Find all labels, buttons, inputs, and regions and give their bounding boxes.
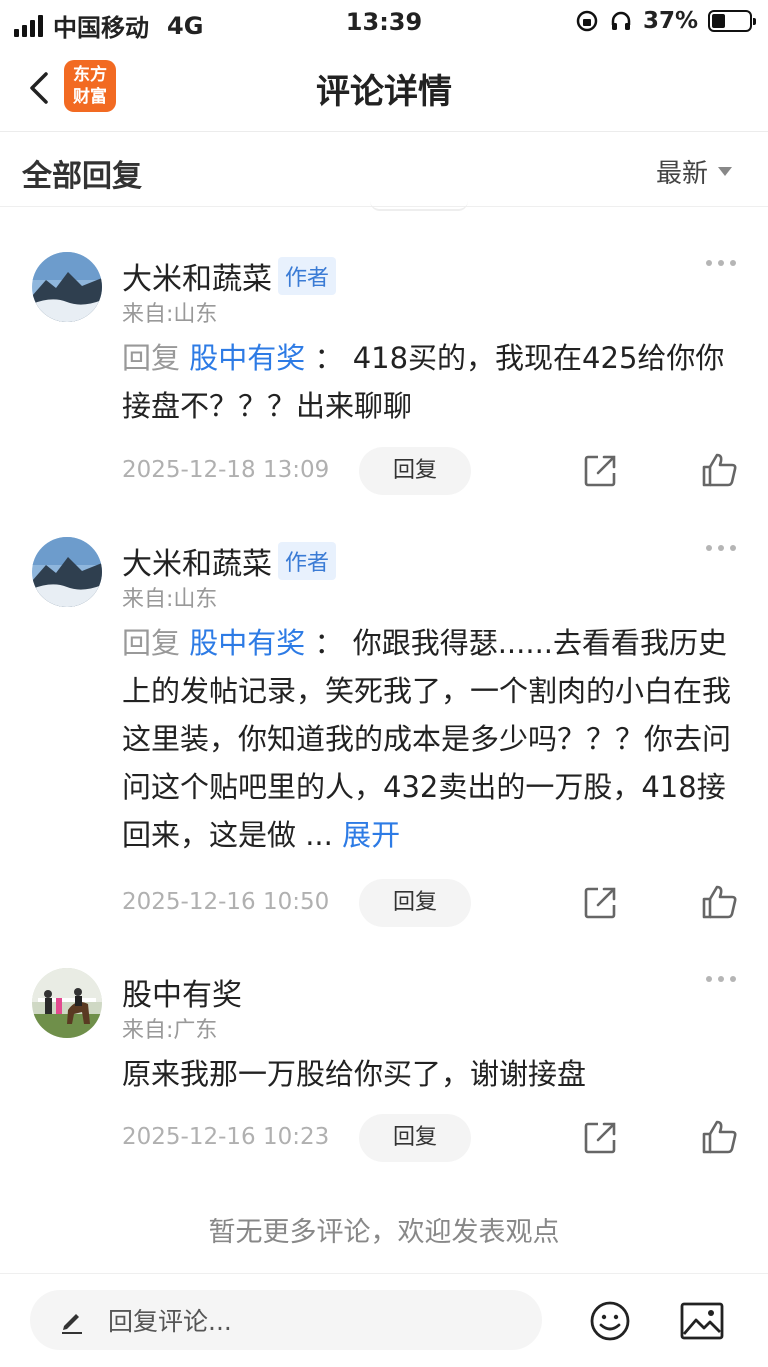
expand-link[interactable]: 展开 bbox=[342, 818, 400, 852]
headphones-icon bbox=[611, 11, 631, 30]
reply-target-link[interactable]: 股中有奖 bbox=[189, 341, 305, 375]
location-label: 来自:山东 bbox=[122, 302, 218, 327]
page-title: 评论详情 bbox=[316, 72, 452, 112]
author-badge: 作者 bbox=[278, 257, 337, 295]
sort-label: 最新 bbox=[655, 159, 708, 189]
avatar[interactable] bbox=[32, 968, 102, 1038]
status-bar: 中国移动 4G 13:39 37% bbox=[0, 0, 768, 44]
image-icon[interactable] bbox=[680, 1302, 724, 1340]
sort-dropdown[interactable]: 最新 bbox=[656, 153, 732, 190]
pull-indicator bbox=[370, 201, 468, 211]
comment-text: 原来我那一万股给你买了，谢谢接盘 bbox=[122, 1057, 587, 1091]
battery-icon bbox=[708, 10, 756, 32]
more-icon[interactable] bbox=[706, 545, 736, 551]
location-label: 来自:广东 bbox=[122, 1018, 218, 1043]
pencil-icon bbox=[62, 1314, 82, 1334]
nav-bar: 东方 财富 评论详情 bbox=[0, 44, 768, 132]
all-replies-title: 全部回复 bbox=[22, 159, 142, 194]
username[interactable]: 大米和蔬菜 作者 bbox=[122, 254, 337, 298]
caret-down-icon bbox=[718, 167, 732, 176]
avatar[interactable] bbox=[32, 537, 102, 607]
battery-percent: 37% bbox=[642, 8, 698, 34]
like-icon[interactable] bbox=[700, 883, 738, 921]
comment-date: 2025-12-16 10:23 bbox=[122, 1124, 330, 1150]
like-icon[interactable] bbox=[700, 1118, 738, 1156]
reply-button[interactable]: 回复 bbox=[359, 1114, 471, 1162]
share-icon[interactable] bbox=[582, 1120, 618, 1156]
emoji-icon[interactable] bbox=[589, 1300, 631, 1342]
like-icon[interactable] bbox=[700, 451, 738, 489]
rotation-lock-icon bbox=[576, 10, 598, 32]
reply-input[interactable]: 回复评论... bbox=[30, 1290, 542, 1350]
more-icon[interactable] bbox=[706, 260, 736, 266]
reply-target-link[interactable]: 股中有奖 bbox=[189, 626, 305, 660]
bottom-bar: 回复评论... bbox=[0, 1273, 768, 1367]
no-more-comments-text: 暂无更多评论，欢迎发表观点 bbox=[208, 1217, 560, 1248]
avatar[interactable] bbox=[32, 252, 102, 322]
comment-date: 2025-12-18 13:09 bbox=[122, 457, 330, 483]
username[interactable]: 股中有奖 bbox=[122, 970, 242, 1014]
more-icon[interactable] bbox=[706, 976, 736, 982]
username[interactable]: 大米和蔬菜 作者 bbox=[122, 539, 337, 583]
reply-button[interactable]: 回复 bbox=[359, 879, 471, 927]
comment-text: 回复 股中有奖 ： 418买的，我现在425给你你接盘不？？？出来聊聊 bbox=[122, 341, 725, 423]
filter-bar: 全部回复 最新 bbox=[0, 133, 768, 207]
author-badge: 作者 bbox=[278, 542, 337, 580]
share-icon[interactable] bbox=[582, 453, 618, 489]
reply-button[interactable]: 回复 bbox=[359, 447, 471, 495]
share-icon[interactable] bbox=[582, 885, 618, 921]
location-label: 来自:山东 bbox=[122, 587, 218, 612]
comment-date: 2025-12-16 10:50 bbox=[122, 889, 330, 915]
reply-input-placeholder: 回复评论... bbox=[108, 1307, 232, 1336]
comment-text: 回复 股中有奖 ： 你跟我得瑟......去看看我历史上的发帖记录，笑死我了，一… bbox=[122, 626, 732, 852]
